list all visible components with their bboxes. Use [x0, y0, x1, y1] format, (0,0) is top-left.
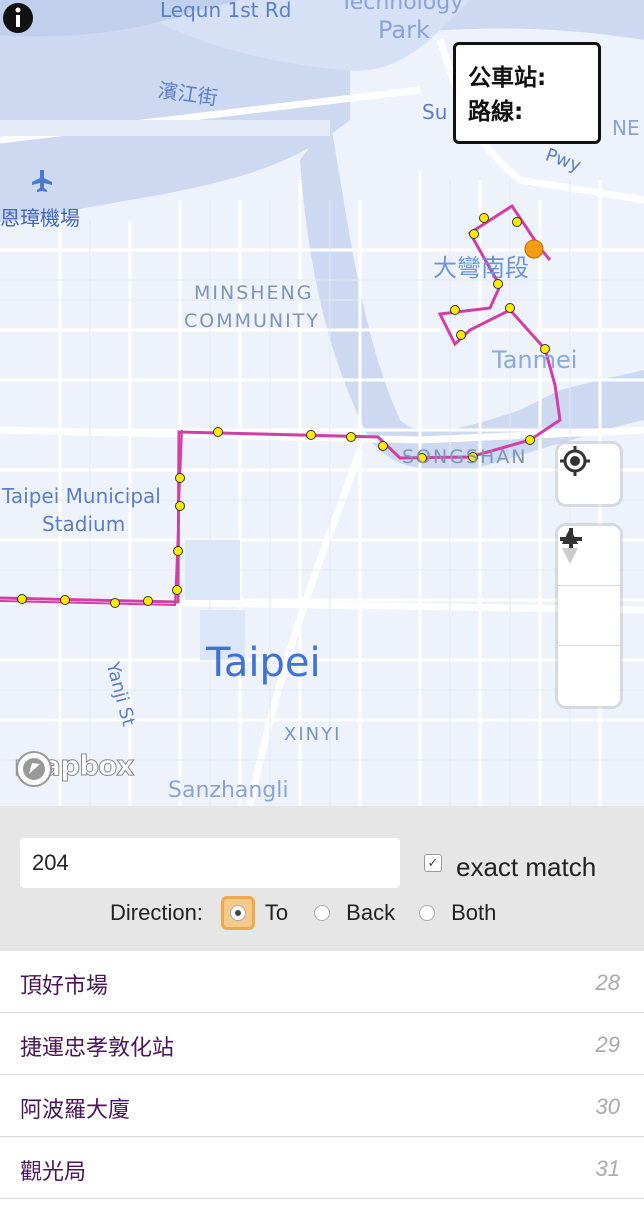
route-label: 路線: [468, 99, 524, 125]
list-item[interactable]: 頂好市場 28 [0, 951, 644, 1013]
direction-selector: Direction: To Back Both [110, 896, 496, 930]
mapbox-logo-icon [16, 751, 52, 787]
stop-name: 阿波羅大廈 [20, 1098, 131, 1123]
mapbox-logo[interactable]: mapbox [13, 749, 135, 787]
compass-button[interactable] [558, 528, 620, 706]
direction-to-label: To [264, 900, 289, 925]
search-controls: ✓ exact match Direction: To Back Both [0, 806, 644, 951]
map-label-taipei: Taipei [206, 640, 321, 686]
stop-name: 觀光局 [20, 1160, 87, 1185]
exact-match-option[interactable]: ✓ exact match [424, 852, 596, 883]
stop-list: 頂好市場 28 捷運忠孝敦化站 29 阿波羅大廈 30 觀光局 31 [0, 951, 644, 1199]
stop-label: 公車站: [468, 65, 547, 91]
map-label-stadium-2: Stadium [42, 512, 126, 536]
map-label-stadium-1: Taipei Municipal [2, 484, 161, 508]
stop-number: 28 [595, 970, 620, 995]
info-icon[interactable] [0, 0, 36, 36]
direction-to-radio[interactable] [229, 905, 246, 921]
zoom-out-button[interactable] [558, 537, 620, 646]
geolocate-control [558, 444, 620, 504]
geolocate-icon [560, 446, 590, 476]
map-label-songshan: SONGSHAN [402, 446, 528, 468]
map-label-su: Su [422, 100, 448, 124]
navigation-control [558, 526, 620, 706]
map-label-technology: Technology [340, 0, 464, 15]
stop-number: 29 [595, 1032, 620, 1057]
compass-icon [562, 528, 578, 564]
map-label-community: COMMUNITY [184, 310, 320, 332]
map-label-sanzhangli: Sanzhangli [168, 778, 289, 803]
direction-label: Direction: [110, 900, 203, 925]
stop-name: 頂好市場 [20, 974, 109, 999]
direction-back-radio[interactable] [314, 905, 331, 921]
map-label-tanmei: Tanmei [492, 346, 578, 374]
map-label-ne: NE [612, 116, 640, 140]
map-label-park: Park [378, 16, 430, 44]
stop-name: 捷運忠孝敦化站 [20, 1036, 175, 1061]
list-item[interactable]: 阿波羅大廈 30 [0, 1075, 644, 1137]
map-label-dawan: 大彎南段 [433, 254, 529, 282]
map-label-airport: 恩璋機場 [0, 206, 80, 230]
route-input[interactable] [20, 838, 400, 888]
stop-number: 31 [595, 1156, 620, 1181]
geolocate-button[interactable] [558, 444, 620, 504]
direction-back-label: Back [346, 900, 396, 925]
stop-info-box: 公車站: 路線: [453, 42, 601, 144]
list-item[interactable]: 捷運忠孝敦化站 29 [0, 1013, 644, 1075]
map-label-xinyi: XINYI [284, 724, 342, 745]
direction-both-label: Both [451, 900, 497, 925]
map-label-minsheng: MINSHENG [194, 282, 314, 304]
list-item[interactable]: 觀光局 31 [0, 1137, 644, 1199]
stop-number: 30 [595, 1094, 620, 1119]
direction-to-focus [220, 896, 255, 930]
exact-match-label: exact match [456, 852, 597, 882]
direction-both-radio[interactable] [419, 905, 436, 921]
exact-match-checkbox[interactable]: ✓ [424, 853, 442, 872]
map-label-lequn: Lequn 1st Rd [160, 0, 292, 22]
map[interactable]: Lequn 1st Rd Technology Park 濱江街 Su NE P… [0, 0, 644, 806]
